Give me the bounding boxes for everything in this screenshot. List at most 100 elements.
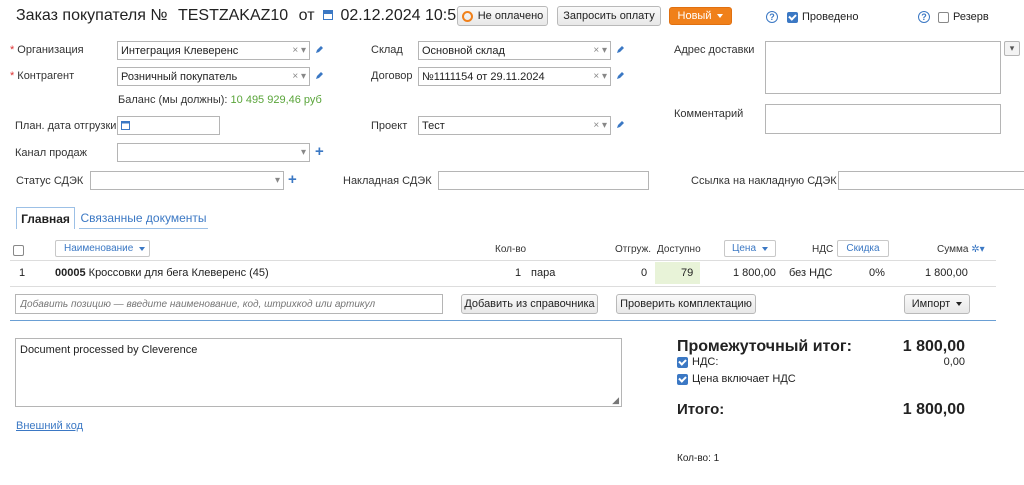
planned-shipment-date-field[interactable] xyxy=(117,116,220,135)
vat-total-value: 0,00 xyxy=(943,356,965,368)
warehouse-value: Основной склад xyxy=(422,45,505,57)
row-qty[interactable]: 1 xyxy=(515,267,521,279)
counterparty-label: Контрагент xyxy=(10,70,74,82)
price-column-header[interactable]: Цена xyxy=(724,240,776,257)
discount-header-label: Скидка xyxy=(846,243,880,254)
total-value: 1 800,00 xyxy=(902,401,965,418)
project-value: Тест xyxy=(422,120,445,132)
delivery-address-field[interactable] xyxy=(765,41,1001,94)
vat-column-header: НДС xyxy=(812,244,834,255)
import-dropdown-button[interactable]: Импорт xyxy=(904,294,970,314)
pencil-icon[interactable] xyxy=(315,45,324,54)
product-title: Кроссовки для бега Клеверенс (45) xyxy=(88,267,269,279)
row-number: 1 xyxy=(19,267,26,279)
counterparty-field[interactable]: Розничный покупатель × ▾ xyxy=(117,67,310,86)
state-dropdown[interactable]: Новый xyxy=(669,7,732,25)
reserve-checkbox[interactable]: Резерв xyxy=(938,11,989,23)
price-includes-vat-label: Цена включает НДС xyxy=(692,373,796,385)
help-icon[interactable]: ? xyxy=(918,11,930,23)
payment-status-label: Не оплачено xyxy=(477,10,544,22)
table-row[interactable]: 1 00005 Кроссовки для бега Клеверенс (45… xyxy=(10,262,996,284)
add-icon[interactable]: + xyxy=(288,172,297,187)
order-datetime[interactable]: 02.12.2024 10:57 xyxy=(340,7,465,24)
shipped-column-header: Отгруж. xyxy=(615,244,652,255)
sales-channel-field[interactable]: ▾ xyxy=(117,143,310,162)
help-icon[interactable]: ? xyxy=(766,11,778,23)
subtotal-value: 1 800,00 xyxy=(902,338,965,355)
organization-field[interactable]: Интеграция Клеверенс × ▾ xyxy=(117,41,310,60)
add-from-catalog-button[interactable]: Добавить из справочника xyxy=(461,294,598,314)
document-note-field[interactable]: Document processed by Cleverence ◢ xyxy=(15,338,622,407)
request-payment-button[interactable]: Запросить оплату xyxy=(557,6,661,26)
clear-dropdown-controls[interactable]: × ▾ xyxy=(593,45,607,56)
sales-channel-label: Канал продаж xyxy=(15,147,88,159)
warehouse-label: Склад xyxy=(371,44,403,56)
pencil-icon[interactable] xyxy=(616,45,625,54)
price-includes-vat-checkbox[interactable]: Цена включает НДС xyxy=(677,373,796,385)
tab-main[interactable]: Главная xyxy=(16,207,75,229)
calendar-icon[interactable] xyxy=(121,121,130,130)
payment-status-button[interactable]: Не оплачено xyxy=(457,6,548,26)
product-name[interactable]: 00005 Кроссовки для бега Клеверенс (45) xyxy=(55,267,269,279)
vat-total-label: НДС: xyxy=(692,356,719,368)
external-code-link[interactable]: Внешний код xyxy=(16,420,83,432)
gear-icon[interactable]: ✲▾ xyxy=(971,244,984,255)
price-includes-vat-check-icon[interactable] xyxy=(677,373,688,385)
row-available-cell xyxy=(655,262,700,284)
cdek-status-label: Статус СДЭК xyxy=(16,175,84,187)
reserve-label: Резерв xyxy=(953,11,989,23)
select-all-checkbox[interactable] xyxy=(13,245,24,256)
pencil-icon[interactable] xyxy=(616,120,625,129)
balance-label: Баланс (мы должны): xyxy=(118,94,228,106)
total-label: Итого: xyxy=(677,401,725,418)
state-label: Новый xyxy=(677,10,712,22)
add-position-input[interactable] xyxy=(15,294,443,314)
reserve-check-icon[interactable] xyxy=(938,11,949,23)
pencil-icon[interactable] xyxy=(616,71,625,80)
row-vat[interactable]: без НДС xyxy=(789,267,833,279)
comment-field[interactable] xyxy=(765,104,1001,134)
discount-column-header[interactable]: Скидка xyxy=(837,240,889,257)
cdek-waybill-link-field[interactable] xyxy=(838,171,1024,190)
sum-header-label: Сумма xyxy=(937,244,969,255)
cdek-status-field[interactable]: ▾ xyxy=(90,171,284,190)
row-discount[interactable]: 0% xyxy=(869,267,885,279)
section-divider xyxy=(10,320,996,321)
sum-column-header: Сумма ✲▾ xyxy=(937,244,985,255)
product-code: 00005 xyxy=(55,267,86,279)
resize-handle-icon[interactable]: ◢ xyxy=(612,395,619,406)
posted-label: Проведено xyxy=(802,11,859,23)
cdek-waybill-label: Накладная СДЭК xyxy=(343,175,432,187)
vat-checkbox[interactable]: НДС: xyxy=(677,356,718,368)
warehouse-field[interactable]: Основной склад × ▾ xyxy=(418,41,611,60)
chevron-down-icon[interactable]: ▾ xyxy=(275,175,280,186)
chevron-down-icon xyxy=(762,246,769,251)
chevron-down-icon xyxy=(139,246,146,251)
vat-check-icon[interactable] xyxy=(677,356,688,368)
tab-main-label: Главная xyxy=(21,211,70,226)
organization-label: Организация xyxy=(10,44,83,56)
name-column-header[interactable]: Наименование xyxy=(55,240,150,257)
cdek-waybill-field[interactable] xyxy=(438,171,649,190)
add-icon[interactable]: + xyxy=(315,144,324,159)
tab-related-documents[interactable]: Связанные документы xyxy=(79,207,208,229)
row-price[interactable]: 1 800,00 xyxy=(733,267,776,279)
posted-check-icon[interactable] xyxy=(787,11,798,23)
calendar-icon[interactable] xyxy=(322,10,333,20)
clear-dropdown-controls[interactable]: × ▾ xyxy=(593,120,607,131)
contract-field[interactable]: №1111154 от 29.11.2024 × ▾ xyxy=(418,67,611,86)
status-circle-icon xyxy=(461,10,473,22)
clear-dropdown-controls[interactable]: × ▾ xyxy=(593,71,607,82)
clear-dropdown-controls[interactable]: × ▾ xyxy=(292,71,306,82)
subtotal-label: Промежуточный итог: xyxy=(677,338,852,355)
table-row-divider xyxy=(10,286,996,287)
contract-value: №1111154 от 29.11.2024 xyxy=(422,71,545,83)
posted-checkbox[interactable]: Проведено xyxy=(787,11,858,23)
check-kit-button[interactable]: Проверить комплектацию xyxy=(616,294,756,314)
pencil-icon[interactable] xyxy=(315,71,324,80)
expand-chevron-button[interactable]: ▾ xyxy=(1004,41,1020,56)
chevron-down-icon[interactable]: ▾ xyxy=(301,147,306,158)
clear-dropdown-controls[interactable]: × ▾ xyxy=(292,45,306,56)
tab-related-label: Связанные документы xyxy=(80,210,207,225)
project-field[interactable]: Тест × ▾ xyxy=(418,116,611,135)
